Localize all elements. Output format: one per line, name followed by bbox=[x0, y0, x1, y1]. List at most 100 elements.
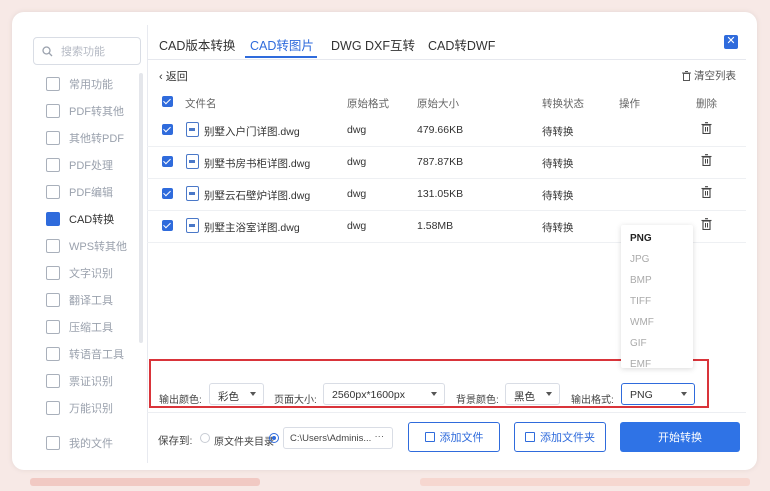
file-status: 待转换 bbox=[542, 222, 574, 234]
sidebar-item-icon bbox=[46, 401, 60, 415]
tab-cad-version[interactable]: CAD版本转换 bbox=[159, 35, 235, 54]
sidebar-item-label: 常用功能 bbox=[69, 79, 113, 91]
format-option[interactable]: WMF bbox=[630, 317, 654, 337]
divider bbox=[147, 412, 746, 413]
file-name: 别墅主浴室详图.dwg bbox=[204, 222, 300, 234]
table-row: 别墅书房书柜详图.dwg dwg 787.87KB 待转换 bbox=[147, 146, 746, 179]
sidebar-item[interactable]: 票证识别 bbox=[25, 368, 145, 394]
search-icon bbox=[42, 45, 53, 56]
header-delete: 删除 bbox=[696, 98, 717, 110]
sidebar-item-icon bbox=[46, 266, 60, 280]
close-icon[interactable]: ✕ bbox=[724, 35, 738, 49]
add-folder-button[interactable]: 添加文件夹 bbox=[514, 422, 606, 452]
add-file-button[interactable]: 添加文件 bbox=[408, 422, 500, 452]
header-status: 转换状态 bbox=[542, 98, 584, 110]
format-option[interactable]: BMP bbox=[630, 275, 652, 295]
header-format: 原始格式 bbox=[347, 98, 389, 110]
sidebar-item-icon bbox=[46, 185, 60, 199]
tab-cad-to-image[interactable]: CAD转图片 bbox=[250, 35, 314, 54]
row-checkbox[interactable] bbox=[162, 124, 173, 135]
custom-path-radio[interactable] bbox=[269, 433, 279, 443]
sidebar-item-icon bbox=[46, 77, 60, 91]
file-name: 别墅入户门详图.dwg bbox=[204, 126, 300, 138]
clear-list-button[interactable]: 清空列表 bbox=[682, 68, 736, 83]
sidebar-item[interactable]: PDF编辑 bbox=[25, 179, 145, 205]
source-dir-radio[interactable] bbox=[200, 433, 210, 443]
search-placeholder: 搜索功能 bbox=[61, 46, 105, 58]
sidebar-item[interactable]: WPS转其他 bbox=[25, 233, 145, 259]
sidebar-item-icon bbox=[46, 293, 60, 307]
sidebar-item-label: 其他转PDF bbox=[69, 133, 124, 145]
sidebar-item[interactable]: 其他转PDF bbox=[25, 125, 145, 151]
format-option[interactable]: TIFF bbox=[630, 296, 651, 316]
save-to-label: 保存到: bbox=[158, 435, 193, 447]
tab-bar: CAD版本转换 CAD转图片 DWG DXF互转 CAD转DWF ✕ bbox=[147, 25, 746, 60]
back-button[interactable]: ‹ 返回 bbox=[159, 68, 188, 84]
header-size: 原始大小 bbox=[417, 98, 459, 110]
sidebar-item[interactable]: 万能识别 bbox=[25, 395, 145, 421]
sidebar-item[interactable]: 常用功能 bbox=[25, 71, 145, 97]
more-icon[interactable]: ··· bbox=[375, 431, 385, 442]
dwg-file-icon bbox=[186, 122, 199, 137]
tab-cad-to-dwf[interactable]: CAD转DWF bbox=[428, 35, 495, 54]
sidebar-item-label: PDF编辑 bbox=[69, 187, 113, 199]
file-status: 待转换 bbox=[542, 190, 574, 202]
sidebar-item[interactable]: 转语音工具 bbox=[25, 341, 145, 367]
table-row: 别墅入户门详图.dwg dwg 479.66KB 待转换 bbox=[147, 114, 746, 147]
sidebar-item-label: PDF处理 bbox=[69, 160, 113, 172]
format-option[interactable]: PNG bbox=[630, 233, 652, 253]
select-all-checkbox[interactable] bbox=[162, 96, 173, 107]
add-file-icon bbox=[424, 432, 435, 442]
sidebar-item-label: WPS转其他 bbox=[69, 241, 128, 253]
sidebar-item-label: CAD转换 bbox=[69, 214, 115, 226]
header-filename: 文件名 bbox=[185, 98, 217, 110]
tab-dwg-dxf[interactable]: DWG DXF互转 bbox=[331, 35, 415, 54]
sidebar-item[interactable]: CAD转换 bbox=[25, 206, 145, 232]
file-size: 131.05KB bbox=[417, 188, 464, 200]
file-format: dwg bbox=[347, 220, 367, 232]
format-option[interactable]: GIF bbox=[630, 338, 647, 358]
header-action: 操作 bbox=[619, 98, 640, 110]
sidebar-item[interactable]: 翻译工具 bbox=[25, 287, 145, 313]
output-path-field[interactable]: C:\Users\Adminis... ··· bbox=[283, 427, 393, 449]
dwg-file-icon bbox=[186, 186, 199, 201]
trash-icon[interactable] bbox=[701, 154, 712, 166]
trash-icon[interactable] bbox=[701, 186, 712, 198]
table-header: 文件名 原始格式 原始大小 转换状态 操作 删除 bbox=[147, 90, 746, 114]
format-option[interactable]: EMF bbox=[630, 359, 651, 379]
row-checkbox[interactable] bbox=[162, 156, 173, 167]
sidebar-item-icon bbox=[46, 320, 60, 334]
sidebar-item[interactable]: PDF处理 bbox=[25, 152, 145, 178]
sidebar-item-icon bbox=[46, 212, 60, 226]
sidebar-item-icon bbox=[46, 104, 60, 118]
file-format: dwg bbox=[347, 188, 367, 200]
trash-icon[interactable] bbox=[701, 122, 712, 134]
sidebar-item[interactable]: 文字识别 bbox=[25, 260, 145, 286]
row-checkbox[interactable] bbox=[162, 220, 173, 231]
sidebar-item[interactable]: 我的文件 bbox=[25, 430, 145, 456]
row-checkbox[interactable] bbox=[162, 188, 173, 199]
format-option[interactable]: JPG bbox=[630, 254, 649, 274]
sidebar-item-label: 转语音工具 bbox=[69, 349, 124, 361]
sidebar-item[interactable]: PDF转其他 bbox=[25, 98, 145, 124]
start-convert-button[interactable]: 开始转换 bbox=[620, 422, 740, 452]
file-format: dwg bbox=[347, 124, 367, 136]
sidebar-item-icon bbox=[46, 347, 60, 361]
active-tab-indicator bbox=[245, 56, 317, 58]
file-status: 待转换 bbox=[542, 158, 574, 170]
table-row: 别墅云石壁炉详图.dwg dwg 131.05KB 待转换 bbox=[147, 178, 746, 211]
file-name: 别墅云石壁炉详图.dwg bbox=[204, 190, 311, 202]
output-format-dropdown: PNG JPG BMP TIFF WMF GIF EMF bbox=[621, 225, 693, 370]
file-format: dwg bbox=[347, 156, 367, 168]
sidebar-item[interactable]: 压缩工具 bbox=[25, 314, 145, 340]
trash-icon bbox=[682, 70, 691, 81]
file-size: 479.66KB bbox=[417, 124, 464, 136]
app-window: 搜索功能 常用功能 PDF转其他 其他转PDF PDF处理 PDF编辑 CAD转换 WPS转… bbox=[25, 25, 746, 463]
background-decoration bbox=[30, 478, 260, 486]
sidebar-item-label: PDF转其他 bbox=[69, 106, 124, 118]
sidebar-item-icon bbox=[46, 374, 60, 388]
search-input[interactable]: 搜索功能 bbox=[33, 37, 141, 65]
sidebar: 搜索功能 常用功能 PDF转其他 其他转PDF PDF处理 PDF编辑 CAD转换 WPS转… bbox=[25, 25, 148, 463]
dwg-file-icon bbox=[186, 154, 199, 169]
trash-icon[interactable] bbox=[701, 218, 712, 230]
